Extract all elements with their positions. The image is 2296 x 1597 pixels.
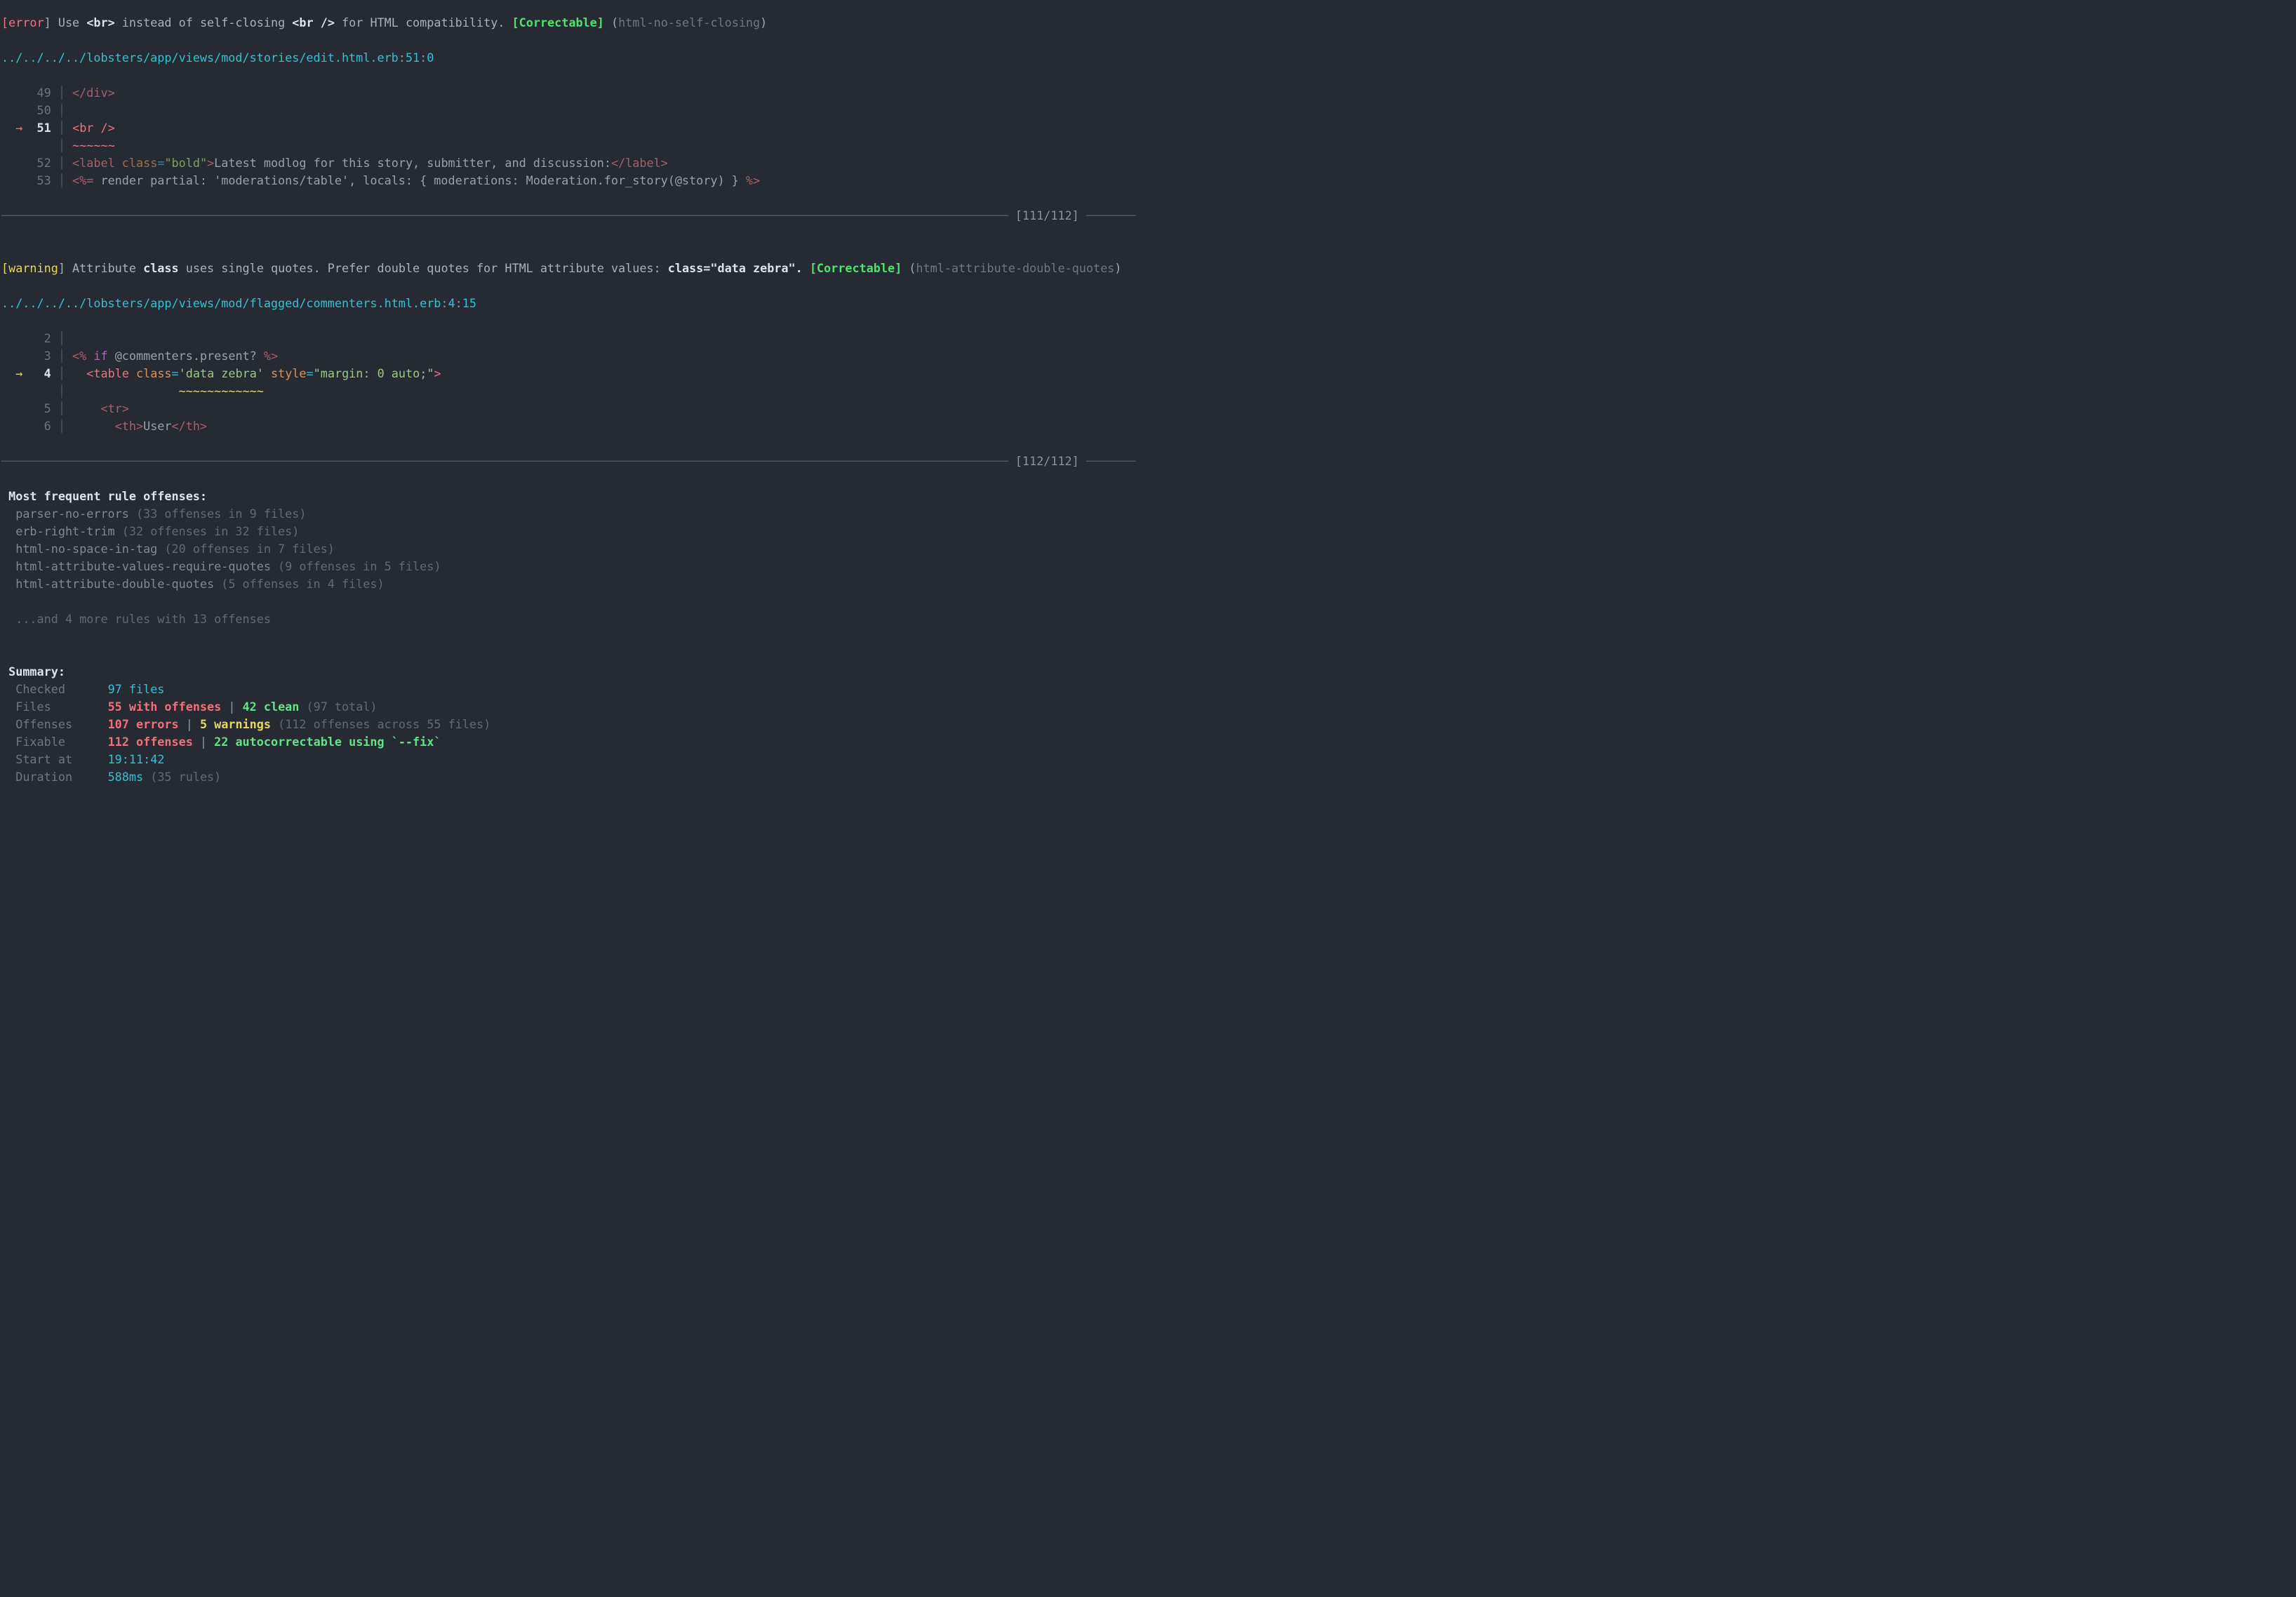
rule-offense-parser-no-errors: parser-no-errors (33 offenses in 9 files… <box>1 505 1148 523</box>
summary-row-fixable: Fixable 112 offenses | 22 autocorrectabl… <box>1 733 1148 751</box>
summary-header: Summary: <box>1 663 1148 681</box>
more-rules-note: ...and 4 more rules with 13 offenses <box>1 610 1148 628</box>
blank-line <box>1 189 1148 207</box>
terminal-screen: { "palette": { "bg": "#262a33", "fg": "#… <box>0 0 1148 798</box>
code-line-52: 52 │ <label class="bold">Latest modlog f… <box>1 154 1148 172</box>
blank-line <box>1 593 1148 610</box>
code-line-53: 53 │ <%= render partial: 'moderations/ta… <box>1 172 1148 189</box>
code-line-50: 50 │ <box>1 102 1148 119</box>
blank-line <box>1 435 1148 453</box>
rule-offense-html-attribute-double-quotes: html-attribute-double-quotes (5 offenses… <box>1 575 1148 593</box>
code-line-3: 3 │ <% if @commenters.present? %> <box>1 347 1148 365</box>
warning-squiggle: │ ~~~~~~~~~~~~ <box>1 382 1148 400</box>
warning-message: [warning] Attribute class uses single qu… <box>1 260 1148 277</box>
code-line-51: → 51 │ <br /> <box>1 119 1148 137</box>
blank-line <box>1 786 1148 803</box>
summary-row-files: Files 55 with offenses | 42 clean (97 to… <box>1 698 1148 716</box>
error-message: [error] Use <br> instead of self-closing… <box>1 14 1148 32</box>
code-line-2: 2 │ <box>1 330 1148 347</box>
rule-offense-erb-right-trim: erb-right-trim (32 offenses in 32 files) <box>1 523 1148 540</box>
code-line-4: → 4 │ <table class='data zebra' style="m… <box>1 365 1148 382</box>
offenses-header: Most frequent rule offenses: <box>1 488 1148 505</box>
blank-line <box>1 628 1148 646</box>
blank-line <box>1 646 1148 663</box>
code-line-6: 6 │ <th>User</th> <box>1 417 1148 435</box>
rule-offense-html-no-space-in-tag: html-no-space-in-tag (20 offenses in 7 f… <box>1 540 1148 558</box>
blank-line <box>1 242 1148 260</box>
blank-line <box>1 32 1148 49</box>
error-squiggle: │ ~~~~~~ <box>1 137 1148 154</box>
blank-line <box>1 225 1148 242</box>
summary-row-duration: Duration 588ms (35 rules) <box>1 768 1148 786</box>
error-file-path: ../../../../lobsters/app/views/mod/stori… <box>1 49 1148 67</box>
progress-divider-2: ────────────────────────────────────────… <box>1 453 1148 470</box>
terminal-output: [error] Use <br> instead of self-closing… <box>0 0 1148 798</box>
code-line-5: 5 │ <tr> <box>1 400 1148 417</box>
blank-line <box>1 312 1148 330</box>
progress-divider-1: ────────────────────────────────────────… <box>1 207 1148 225</box>
blank-line <box>1 67 1148 84</box>
rule-offense-html-attribute-values-require-quotes: html-attribute-values-require-quotes (9 … <box>1 558 1148 575</box>
warning-file-path: ../../../../lobsters/app/views/mod/flagg… <box>1 295 1148 312</box>
code-line-49: 49 │ </div> <box>1 84 1148 102</box>
blank-line <box>1 277 1148 295</box>
summary-row-start-at: Start at 19:11:42 <box>1 751 1148 768</box>
summary-row-checked: Checked 97 files <box>1 681 1148 698</box>
summary-row-offenses: Offenses 107 errors | 5 warnings (112 of… <box>1 716 1148 733</box>
blank-line <box>1 470 1148 488</box>
